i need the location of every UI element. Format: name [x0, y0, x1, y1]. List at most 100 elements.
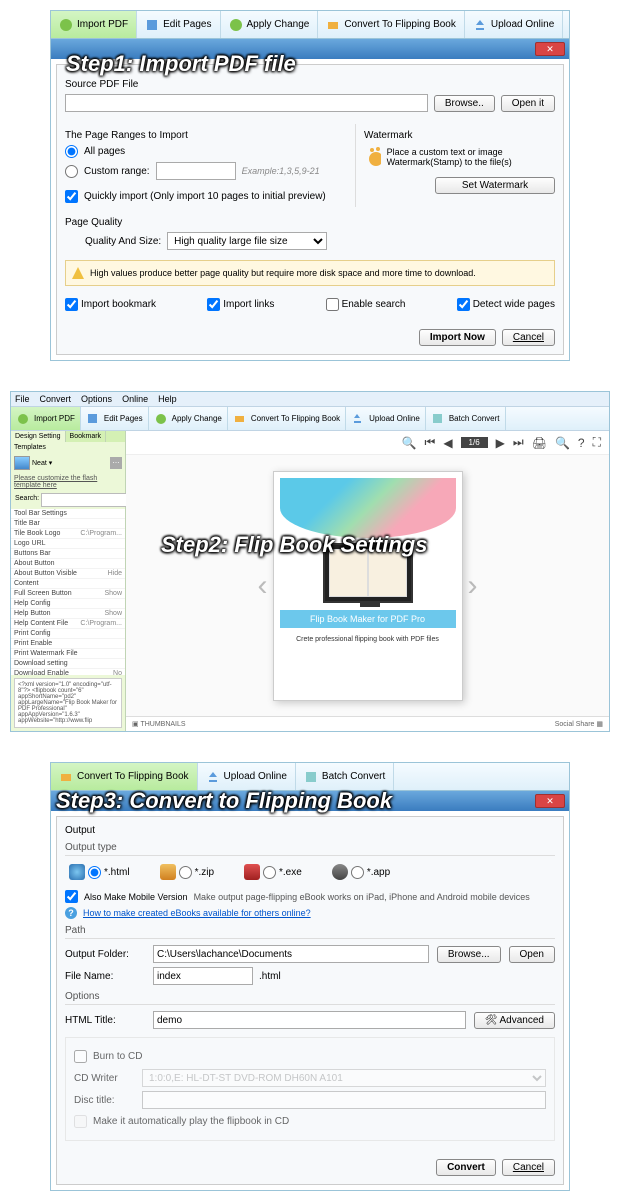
zoom-icon[interactable]: 🔍 — [555, 436, 570, 450]
prev-arrow[interactable]: ‹ — [253, 566, 273, 606]
templates-label: Templates — [11, 442, 125, 453]
menu-file[interactable]: File — [15, 394, 30, 404]
also-mobile-checkbox[interactable] — [65, 890, 78, 903]
quality-size-label: Quality And Size: — [85, 236, 161, 247]
apply-change-button[interactable]: Apply Change — [149, 407, 228, 430]
tree-row[interactable]: Tile Book LogoC:\Program... — [11, 529, 125, 539]
tree-row[interactable]: Download EnableNo — [11, 669, 125, 675]
advanced-button[interactable]: 🛠 Advanced — [474, 1012, 555, 1029]
import-pdf-button[interactable]: Import PDF — [51, 11, 137, 38]
close-button[interactable]: ✕ — [535, 42, 565, 56]
custom-range-radio[interactable] — [65, 165, 78, 178]
tree-row[interactable]: Tool Bar Settings — [11, 509, 125, 519]
tree-key: Print Enable — [14, 640, 52, 647]
menu-options[interactable]: Options — [81, 394, 112, 404]
prev-page-icon[interactable]: ◀ — [443, 436, 452, 450]
convert-button[interactable]: Convert — [436, 1159, 496, 1176]
tree-row[interactable]: Download setting — [11, 659, 125, 669]
output-folder-input[interactable] — [153, 945, 429, 963]
customize-link[interactable]: Please customize the flash template here — [11, 473, 125, 491]
tree-row[interactable]: Content — [11, 579, 125, 589]
cancel-button[interactable]: Cancel — [502, 1159, 555, 1176]
tree-row[interactable]: About Button — [11, 559, 125, 569]
availability-link[interactable]: How to make created eBooks available for… — [83, 908, 311, 918]
tree-row[interactable]: Logo URL — [11, 539, 125, 549]
quality-select[interactable]: High quality large file size — [167, 232, 327, 250]
upload-button[interactable]: Upload Online — [198, 763, 296, 790]
upload-icon — [351, 412, 365, 426]
import-pdf-button[interactable]: Import PDF — [11, 407, 81, 430]
upload-button[interactable]: Upload Online — [346, 407, 426, 430]
design-setting-tab[interactable]: Design Setting — [11, 431, 66, 442]
print-icon[interactable]: 🖨 — [532, 436, 547, 450]
help-icon[interactable]: ? — [578, 436, 585, 450]
template-browse-button[interactable]: ⋯ — [110, 457, 122, 469]
tree-row[interactable]: Help ButtonShow — [11, 609, 125, 619]
custom-range-input[interactable] — [156, 162, 236, 180]
all-pages-radio[interactable] — [65, 145, 78, 158]
search-icon[interactable]: 🔍 — [402, 436, 417, 450]
convert-button[interactable]: Convert To Flipping Book — [228, 407, 346, 430]
set-watermark-button[interactable]: Set Watermark — [435, 177, 555, 194]
fullscreen-icon[interactable]: ⛶ — [593, 435, 601, 450]
social-share-label[interactable]: Social Share ▦ — [555, 720, 603, 728]
menu-help[interactable]: Help — [158, 394, 177, 404]
last-page-icon[interactable]: ⏭ — [513, 435, 524, 450]
next-arrow[interactable]: › — [463, 566, 483, 606]
import-links-checkbox[interactable] — [207, 298, 220, 311]
html-radio[interactable] — [88, 866, 101, 879]
upload-button[interactable]: Upload Online — [465, 11, 563, 38]
template-name: Neat — [32, 460, 47, 467]
html-title-input[interactable] — [153, 1011, 466, 1029]
tree-row[interactable]: About Button VisibleHide — [11, 569, 125, 579]
search-input[interactable] — [41, 493, 134, 507]
browse-button[interactable]: Browse... — [437, 946, 501, 963]
tree-row[interactable]: Print Enable — [11, 639, 125, 649]
template-selector[interactable]: Neat ▾ ⋯ — [11, 453, 125, 473]
tree-key: Content — [14, 580, 39, 587]
convert-button[interactable]: Convert To Flipping Book — [318, 11, 465, 38]
source-pdf-input[interactable] — [65, 94, 428, 112]
enable-search-checkbox[interactable] — [326, 298, 339, 311]
bookmark-tab[interactable]: Bookmark — [66, 431, 107, 442]
zip-radio[interactable] — [179, 866, 192, 879]
thumbnails-label[interactable]: ▣ THUMBNAILS — [132, 720, 186, 728]
open-it-button[interactable]: Open it — [501, 95, 555, 112]
tree-row[interactable]: Help Content FileC:\Program... — [11, 619, 125, 629]
output-label: Output — [65, 825, 555, 836]
quick-import-checkbox[interactable] — [65, 190, 78, 203]
disc-title-input — [142, 1091, 546, 1109]
edit-pages-button[interactable]: Edit Pages — [137, 11, 220, 38]
tree-row[interactable]: Full Screen ButtonShow — [11, 589, 125, 599]
apply-change-button[interactable]: Apply Change — [221, 11, 319, 38]
close-button[interactable]: ✕ — [535, 794, 565, 808]
next-page-icon[interactable]: ▶ — [496, 436, 505, 450]
app-radio[interactable] — [351, 866, 364, 879]
detect-wide-checkbox[interactable] — [457, 298, 470, 311]
tree-row[interactable]: Print Watermark File — [11, 649, 125, 659]
cancel-button[interactable]: Cancel — [502, 329, 555, 346]
file-name-input[interactable] — [153, 967, 253, 985]
menu-convert[interactable]: Convert — [40, 394, 72, 404]
tree-row[interactable]: Print Config — [11, 629, 125, 639]
tree-row[interactable]: Help Config — [11, 599, 125, 609]
first-page-icon[interactable]: ⏮ — [425, 435, 436, 450]
exe-radio[interactable] — [263, 866, 276, 879]
settings-tree[interactable]: Tool Bar SettingsTitle BarTile Book Logo… — [11, 509, 125, 675]
label: Convert To Flipping Book — [344, 19, 456, 30]
book-cover[interactable]: Flip Book Maker for PDF Pro Crete profes… — [273, 471, 463, 701]
open-button[interactable]: Open — [509, 946, 555, 963]
batch-icon — [304, 770, 318, 784]
batch-convert-button[interactable]: Batch Convert — [426, 407, 506, 430]
tree-row[interactable]: Title Bar — [11, 519, 125, 529]
import-bookmark-checkbox[interactable] — [65, 298, 78, 311]
batch-convert-button[interactable]: Batch Convert — [296, 763, 394, 790]
burn-cd-checkbox[interactable] — [74, 1050, 87, 1063]
edit-pages-button[interactable]: Edit Pages — [81, 407, 149, 430]
convert-button[interactable]: Convert To Flipping Book — [51, 763, 198, 790]
menu-online[interactable]: Online — [122, 394, 148, 404]
browse-button[interactable]: Browse.. — [434, 95, 495, 112]
tree-row[interactable]: Buttons Bar — [11, 549, 125, 559]
import-now-button[interactable]: Import Now — [419, 329, 496, 346]
label: *.zip — [195, 867, 214, 878]
